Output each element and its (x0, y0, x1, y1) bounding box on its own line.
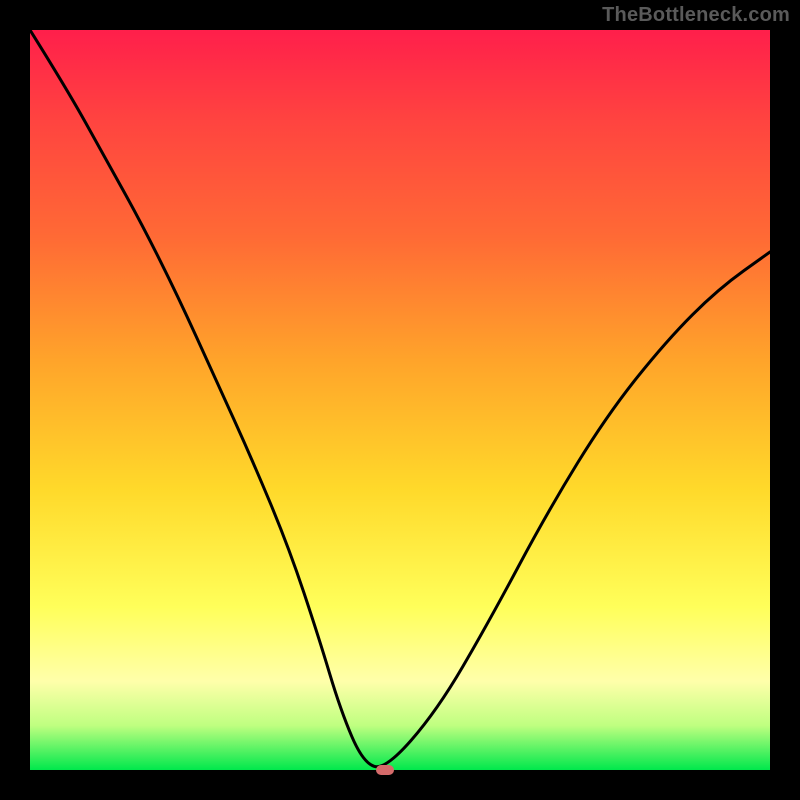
plot-area (30, 30, 770, 770)
bottleneck-marker (376, 765, 394, 775)
watermark-text: TheBottleneck.com (602, 4, 790, 27)
curve-svg (30, 30, 770, 770)
chart-stage: TheBottleneck.com (0, 0, 800, 800)
bottleneck-curve (30, 30, 770, 767)
